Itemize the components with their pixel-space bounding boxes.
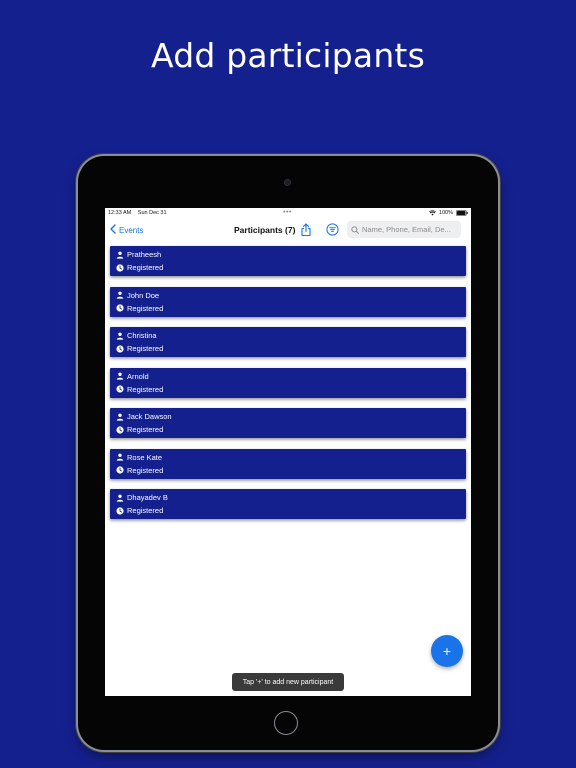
participant-name: Rose Kate — [127, 452, 163, 462]
participant-name: Dhayadev B — [127, 493, 168, 502]
app-screen: 12:33 AM Sun Dec 31 ••• 100% Events Part… — [105, 208, 471, 696]
search-icon — [351, 221, 359, 239]
battery-percent: 100% — [438, 210, 453, 216]
participant-card[interactable]: Rose Kate Registered — [110, 448, 466, 479]
participant-status: Registered — [127, 344, 164, 353]
battery-icon — [456, 210, 468, 216]
headline: Add participants — [151, 36, 425, 75]
status-left: 12:33 AM Sun Dec 31 — [108, 210, 172, 216]
back-button-label: Events — [119, 225, 144, 235]
participant-name: Christina — [127, 331, 157, 340]
participant-status: Registered — [127, 465, 164, 475]
navigation-bar: Events Participants (7) — [105, 220, 471, 245]
participant-name: Arnold — [127, 371, 149, 381]
home-button[interactable] — [274, 711, 298, 735]
person-icon — [116, 413, 124, 421]
clock-icon — [116, 304, 124, 312]
participant-card[interactable]: Dhayadev B Registered — [110, 489, 466, 519]
participant-card[interactable]: Arnold Registered — [110, 367, 466, 398]
person-icon — [116, 291, 124, 299]
front-camera — [284, 179, 291, 186]
filter-icon — [326, 223, 339, 240]
status-right: 100% — [428, 210, 468, 216]
participant-status: Registered — [127, 384, 164, 394]
person-icon — [116, 494, 124, 502]
page-title: Participants (7) — [234, 225, 296, 235]
participant-status: Registered — [127, 263, 164, 272]
participant-card[interactable]: Christina Registered — [110, 327, 466, 357]
multitasking-dots[interactable]: ••• — [283, 209, 292, 216]
person-icon — [116, 332, 124, 340]
participant-name: Jack Dawson — [127, 412, 172, 421]
status-date: Sun Dec 31 — [137, 210, 167, 216]
participant-card[interactable]: Pratheesh Registered — [110, 246, 466, 276]
back-button[interactable]: Events — [110, 224, 143, 236]
chevron-left-icon — [110, 224, 116, 236]
wifi-icon — [428, 210, 436, 216]
status-time: 12:33 AM — [108, 210, 132, 216]
participant-card[interactable]: Jack Dawson Registered — [110, 408, 466, 438]
share-button[interactable] — [300, 223, 312, 237]
share-icon — [300, 223, 312, 241]
clock-icon — [116, 344, 124, 353]
participant-list: Pratheesh Registered John Doe Registered… — [110, 246, 466, 530]
participant-card[interactable]: John Doe Registered — [110, 286, 466, 317]
participant-status: Registered — [127, 506, 164, 515]
person-icon — [116, 372, 124, 380]
participant-name: John Doe — [127, 290, 160, 300]
participant-status: Registered — [127, 425, 164, 434]
marketing-page: Add participants 12:33 AM Sun Dec 31 •••… — [0, 0, 576, 768]
add-participant-button[interactable]: + — [431, 635, 463, 667]
clock-icon — [116, 506, 124, 515]
search-box[interactable] — [347, 221, 461, 238]
clock-icon — [116, 425, 124, 434]
filter-button[interactable] — [326, 223, 339, 236]
participant-name: Pratheesh — [127, 250, 162, 259]
status-bar: 12:33 AM Sun Dec 31 ••• 100% — [105, 208, 471, 220]
person-icon — [116, 453, 124, 461]
participant-status: Registered — [127, 303, 164, 313]
ipad-device-frame: 12:33 AM Sun Dec 31 ••• 100% Events Part… — [78, 156, 498, 750]
person-icon — [116, 251, 124, 259]
hint-toast: Tap '+' to add new participant — [232, 673, 344, 691]
clock-icon — [116, 263, 124, 272]
clock-icon — [116, 385, 124, 393]
search-input[interactable] — [362, 225, 458, 234]
clock-icon — [116, 466, 124, 474]
